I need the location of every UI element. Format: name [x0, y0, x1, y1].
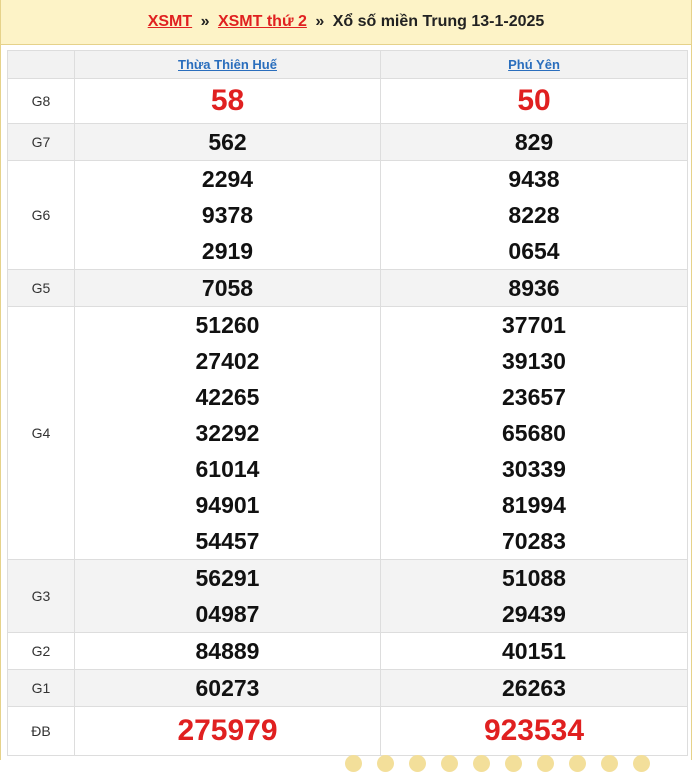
prize-number: 275979 — [177, 714, 278, 747]
prize-label: G8 — [7, 78, 75, 124]
prize-label: G2 — [7, 632, 75, 670]
prize-label: G5 — [7, 269, 75, 307]
dot — [345, 755, 362, 772]
prize-number: 923534 — [483, 714, 585, 747]
prize-number: 50 — [517, 84, 551, 117]
prize-row-g6: G6 2294 9378 2919 9438 8228 0654 — [7, 160, 688, 270]
prize-row-g4: G4 51260 27402 42265 32292 61014 94901 5… — [7, 306, 688, 560]
dot — [537, 755, 554, 772]
prize-row-g3: G3 56291 04987 51088 29439 — [7, 559, 688, 633]
dot — [409, 755, 426, 772]
prize-row-g7: G7 562 829 — [7, 123, 688, 161]
breadcrumb-separator: » — [200, 13, 210, 30]
prize-number: 9438 — [508, 166, 560, 192]
prize-number: 8936 — [508, 275, 560, 301]
prize-cell: 51088 29439 — [380, 559, 688, 633]
prize-number: 562 — [208, 129, 247, 155]
prize-number: 30339 — [502, 456, 566, 482]
dot — [569, 755, 586, 772]
prize-number: 39130 — [502, 348, 566, 374]
dot — [633, 755, 650, 772]
prize-row-g8: G8 58 50 — [7, 78, 688, 124]
prize-number: 7058 — [201, 275, 254, 301]
results-table: Thừa Thiên Huế Phú Yên G8 58 50 G7 562 8… — [7, 50, 688, 756]
prize-number: 2294 — [201, 166, 254, 192]
prize-number: 61014 — [195, 456, 260, 482]
prize-number: 26263 — [502, 675, 566, 701]
dot — [473, 755, 490, 772]
prize-row-g5: G5 7058 8936 — [7, 269, 688, 307]
prize-number: 32292 — [195, 420, 260, 446]
prize-number: 51088 — [502, 565, 566, 591]
prize-cell: 40151 — [380, 632, 688, 670]
breadcrumb-link-xsmt[interactable]: XSMT — [148, 13, 192, 30]
prize-number: 40151 — [502, 638, 566, 664]
prize-number: 829 — [514, 129, 554, 155]
prize-cell: 7058 — [74, 269, 381, 307]
prize-cell: 275979 — [74, 706, 381, 756]
prize-cell: 37701 39130 23657 65680 30339 81994 7028… — [380, 306, 688, 560]
prize-number: 65680 — [502, 420, 566, 446]
prize-number: 9378 — [201, 202, 254, 228]
loading-dots — [345, 755, 685, 772]
prize-cell: 923534 — [380, 706, 688, 756]
prize-number: 42265 — [195, 384, 260, 410]
breadcrumb: XSMT » XSMT thứ 2 » Xổ số miền Trung 13-… — [1, 0, 691, 45]
dot — [505, 755, 522, 772]
province-link-thua-thien-hue[interactable]: Thừa Thiên Huế — [74, 50, 381, 79]
table-header-row: Thừa Thiên Huế Phú Yên — [7, 50, 688, 79]
prize-number: 0654 — [508, 238, 560, 264]
prize-number: 56291 — [195, 565, 260, 591]
prize-number: 27402 — [195, 348, 260, 374]
prize-label: G4 — [7, 306, 75, 560]
prize-number: 29439 — [502, 601, 566, 627]
prize-number: 94901 — [195, 492, 260, 518]
prize-label: G7 — [7, 123, 75, 161]
prize-cell: 9438 8228 0654 — [380, 160, 688, 270]
page-title: Xổ số miền Trung 13-1-2025 — [332, 13, 545, 30]
breadcrumb-link-xsmt-thu-2[interactable]: XSMT thứ 2 — [218, 13, 307, 30]
prize-cell: 58 — [74, 78, 381, 124]
prize-cell: 56291 04987 — [74, 559, 381, 633]
dot — [377, 755, 394, 772]
prize-cell: 60273 — [74, 669, 381, 707]
prize-number: 60273 — [195, 675, 260, 701]
prize-number: 04987 — [195, 601, 260, 627]
breadcrumb-separator: » — [315, 13, 325, 30]
prize-label: G1 — [7, 669, 75, 707]
prize-number: 84889 — [195, 638, 260, 664]
prize-label: G6 — [7, 160, 75, 270]
prize-cell: 8936 — [380, 269, 688, 307]
prize-number: 54457 — [195, 528, 260, 554]
prize-number: 8228 — [508, 202, 560, 228]
prize-number: 58 — [210, 84, 245, 117]
prize-row-special: ĐB 275979 923534 — [7, 706, 688, 756]
prize-number: 23657 — [502, 384, 566, 410]
prize-number: 81994 — [502, 492, 566, 518]
prize-cell: 50 — [380, 78, 688, 124]
prize-cell: 2294 9378 2919 — [74, 160, 381, 270]
prize-number: 70283 — [502, 528, 566, 554]
province-link-phu-yen[interactable]: Phú Yên — [380, 50, 688, 79]
prize-label: G3 — [7, 559, 75, 633]
prize-row-g1: G1 60273 26263 — [7, 669, 688, 707]
dot — [441, 755, 458, 772]
prize-cell: 51260 27402 42265 32292 61014 94901 5445… — [74, 306, 381, 560]
prize-number: 37701 — [502, 312, 566, 338]
header-blank-cell — [7, 50, 75, 79]
prize-cell: 562 — [74, 123, 381, 161]
prize-label: ĐB — [7, 706, 75, 756]
prize-number: 51260 — [195, 312, 260, 338]
prize-cell: 829 — [380, 123, 688, 161]
prize-number: 2919 — [201, 238, 254, 264]
dot — [601, 755, 618, 772]
prize-cell: 26263 — [380, 669, 688, 707]
prize-row-g2: G2 84889 40151 — [7, 632, 688, 670]
prize-cell: 84889 — [74, 632, 381, 670]
